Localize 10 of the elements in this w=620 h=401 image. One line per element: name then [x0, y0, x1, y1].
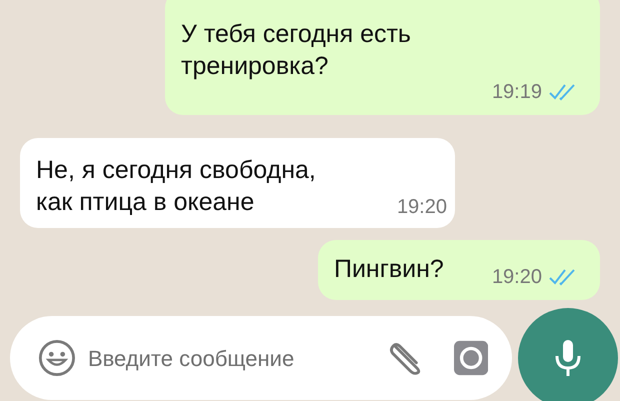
- message-text: Пингвин?: [334, 254, 444, 285]
- emoji-icon[interactable]: [38, 338, 76, 378]
- microphone-icon: [555, 340, 581, 376]
- message-time: 19:20: [396, 195, 447, 220]
- camera-icon[interactable]: [454, 340, 488, 376]
- message-input[interactable]: Введите сообщение: [88, 342, 358, 374]
- message-time: 19:19: [492, 80, 542, 105]
- message-text: Не, я сегодня свободна, как птица в океане: [36, 155, 316, 218]
- message-text: У тебя сегодня есть тренировка?: [181, 19, 411, 82]
- message-time: 19:20: [492, 265, 542, 290]
